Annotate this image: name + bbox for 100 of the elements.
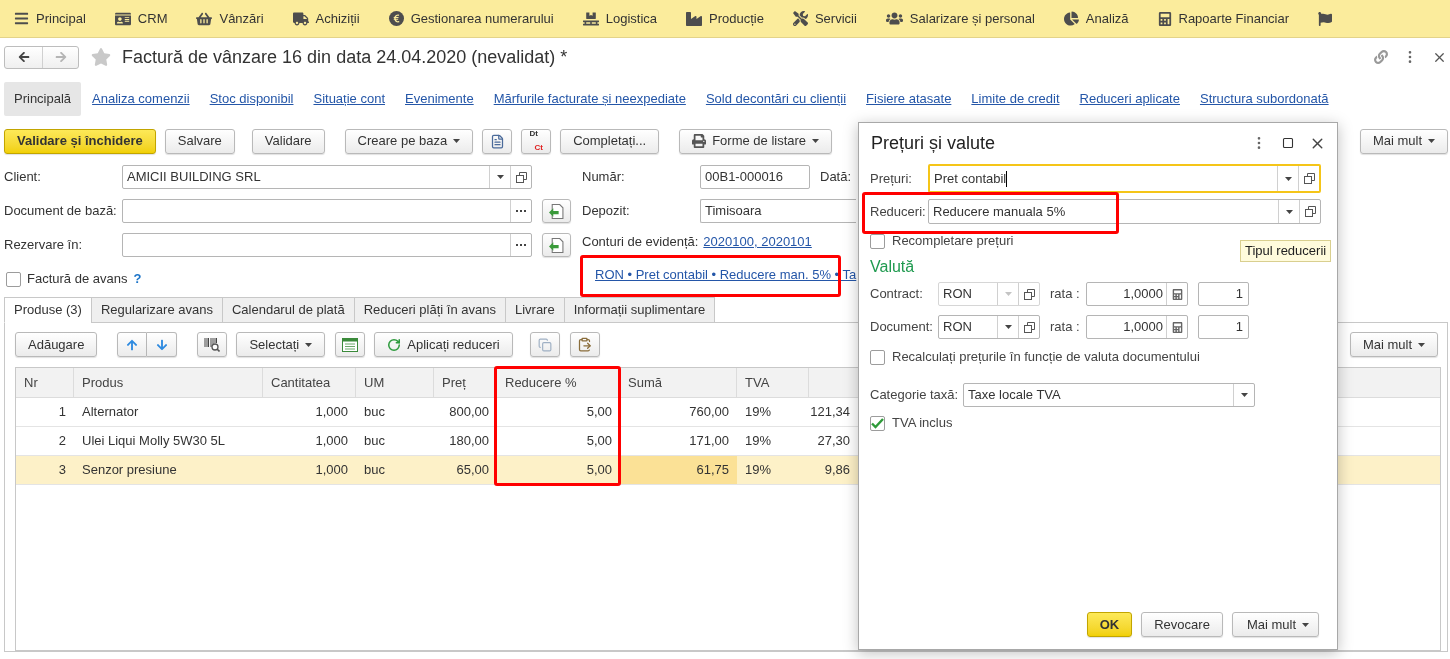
form-link[interactable]: Sold decontări cu clienții (705, 89, 847, 109)
select-button[interactable]: Selectați (236, 332, 326, 357)
form-link[interactable]: Analiza comenzii (92, 89, 190, 109)
tab[interactable]: Reduceri plăți în avans (353, 297, 506, 323)
caret-icon (1284, 176, 1292, 181)
section-menu-item[interactable]: Logistica (582, 3, 657, 34)
form-link[interactable]: Fisiere atasate (866, 89, 952, 109)
column-header[interactable]: Produs (74, 368, 263, 397)
report-button[interactable] (482, 128, 513, 154)
fill-from-button[interactable] (542, 199, 571, 223)
accounts-link[interactable]: 2020100, 2020101 (703, 234, 812, 250)
save-button[interactable]: Salvare (164, 128, 235, 154)
apply-discounts-button[interactable]: Aplicați reduceri (374, 332, 513, 357)
section-menu-item[interactable]: Analiză (1063, 3, 1129, 34)
basket-icon (196, 10, 213, 27)
checkbox[interactable] (6, 271, 21, 287)
column-header[interactable]: Sumă (620, 368, 737, 397)
table-cell-text: 121,34 (809, 403, 851, 422)
tab[interactable]: Calendarul de plată (221, 297, 355, 323)
field-label: rata : (1050, 285, 1081, 304)
rate-field[interactable]: 1,0000 (1086, 315, 1188, 339)
validate-button[interactable]: Validare (251, 128, 325, 154)
form-link-tab[interactable]: Principală (4, 82, 82, 116)
help-link[interactable]: ? (133, 269, 142, 289)
table-cell-text: buc (363, 403, 386, 422)
fill-button[interactable]: Completați... (560, 128, 660, 154)
table-cell-text: Senzor presiune (81, 461, 178, 480)
section-menu-item[interactable]: CRM (114, 3, 168, 34)
ok-button[interactable]: OK (1086, 612, 1133, 637)
table-cell-text: 5,00 (585, 403, 613, 422)
field-label: Conturi de evidență: (582, 234, 699, 250)
currency-field[interactable]: RON (938, 315, 1040, 339)
section-menu-item[interactable]: Servicii (792, 3, 857, 34)
tab[interactable]: Informații suplimentare (563, 297, 716, 323)
section-menu-item[interactable]: Achiziții (292, 3, 360, 34)
favorite-star-icon[interactable] (91, 47, 111, 67)
form-link[interactable]: Evenimente (405, 89, 474, 109)
table-cell: 61,75 (620, 456, 737, 484)
form-link[interactable]: Stoc disponibil (209, 89, 294, 109)
form-link[interactable]: Mărfurile facturate și neexpediate (493, 89, 686, 109)
table-more-button[interactable]: Mai mult (1349, 332, 1438, 357)
column-header[interactable]: Preț (434, 368, 497, 397)
spreadsheet-button[interactable] (335, 332, 366, 357)
column-header[interactable]: Nr (16, 368, 74, 397)
section-menu-item[interactable]: Gestionarea numerarului (388, 3, 554, 34)
field-label: Client: (4, 168, 42, 187)
document-field[interactable] (122, 233, 532, 257)
debit-credit-button[interactable]: Dt Ct (521, 128, 552, 154)
price-type-field[interactable]: Pret contabil (928, 164, 1321, 193)
cancel-button[interactable]: Revocare (1141, 612, 1223, 637)
move-up-button[interactable] (117, 332, 148, 357)
caret-icon (1285, 209, 1293, 214)
discount-field[interactable]: Reducere manuala 5% (928, 199, 1321, 224)
create-based-on-button[interactable]: Creare pe baza (344, 128, 474, 154)
maximize-icon[interactable] (1282, 137, 1294, 149)
move-down-button[interactable] (147, 332, 178, 357)
paste-button[interactable] (569, 332, 600, 357)
more-button[interactable]: Mai mult (1231, 612, 1319, 637)
form-link[interactable]: Structura subordonată (1199, 89, 1329, 109)
validate-and-close-button[interactable]: Validare și închidere (4, 128, 156, 154)
form-link[interactable]: Situație cont (313, 89, 385, 109)
table-cell-text: 1,000 (314, 403, 349, 422)
checkbox[interactable] (870, 415, 885, 431)
section-menu-item[interactable]: Rapoarte Financiar (1157, 3, 1290, 34)
flag-icon[interactable] (1318, 11, 1333, 26)
summary-link[interactable]: RON • Pret contabil • Reducere man. 5% • Ta (595, 267, 857, 283)
table-cell-text: Alternator (81, 403, 140, 422)
column-header[interactable]: UM (356, 368, 434, 397)
section-menu-item[interactable]: Producție (686, 3, 764, 34)
print-forms-button[interactable]: Forme de listare (679, 128, 833, 154)
pie-chart-icon (1063, 11, 1079, 26)
text-cursor (1006, 170, 1008, 187)
document-field[interactable] (122, 199, 532, 223)
link-icon[interactable] (1374, 50, 1388, 64)
fill-from-button[interactable] (542, 233, 571, 257)
section-menu-item[interactable]: Salarizare și personal (885, 3, 1035, 34)
field-label: Document: (870, 318, 934, 337)
tab[interactable]: Regularizare avans (90, 297, 223, 323)
column-header[interactable]: Reducere % (497, 368, 620, 397)
warehouse-field[interactable]: Timisoara (700, 199, 856, 223)
table-cell-text: 1,000 (314, 461, 349, 480)
section-menu-item[interactable]: Vânzări (196, 3, 264, 34)
section-menu-item[interactable]: Principal (14, 3, 86, 34)
client-field[interactable]: AMICII BUILDING SRL (122, 165, 532, 189)
tab[interactable]: Produse (3) (4, 297, 92, 323)
tab[interactable]: Livrare (504, 297, 565, 323)
table-cell-text: 180,00 (448, 432, 490, 451)
number-field[interactable]: 00B1-000016 (700, 165, 810, 189)
column-header[interactable]: TVA (737, 368, 809, 397)
document-icon (489, 133, 505, 149)
multiplier-field[interactable]: 1 (1198, 315, 1249, 339)
more-button[interactable]: Mai mult (1359, 128, 1448, 154)
tax-category-field[interactable]: Taxe locale TVA (963, 383, 1255, 407)
calculator-icon (1157, 11, 1172, 26)
form-link[interactable]: Limite de credit (971, 89, 1060, 109)
checkbox[interactable] (870, 349, 885, 365)
form-link[interactable]: Reduceri aplicate (1079, 89, 1180, 109)
add-button[interactable]: Adăugare (15, 332, 98, 357)
column-header[interactable]: Cantitatea (263, 368, 356, 397)
barcode-button[interactable] (197, 332, 228, 357)
